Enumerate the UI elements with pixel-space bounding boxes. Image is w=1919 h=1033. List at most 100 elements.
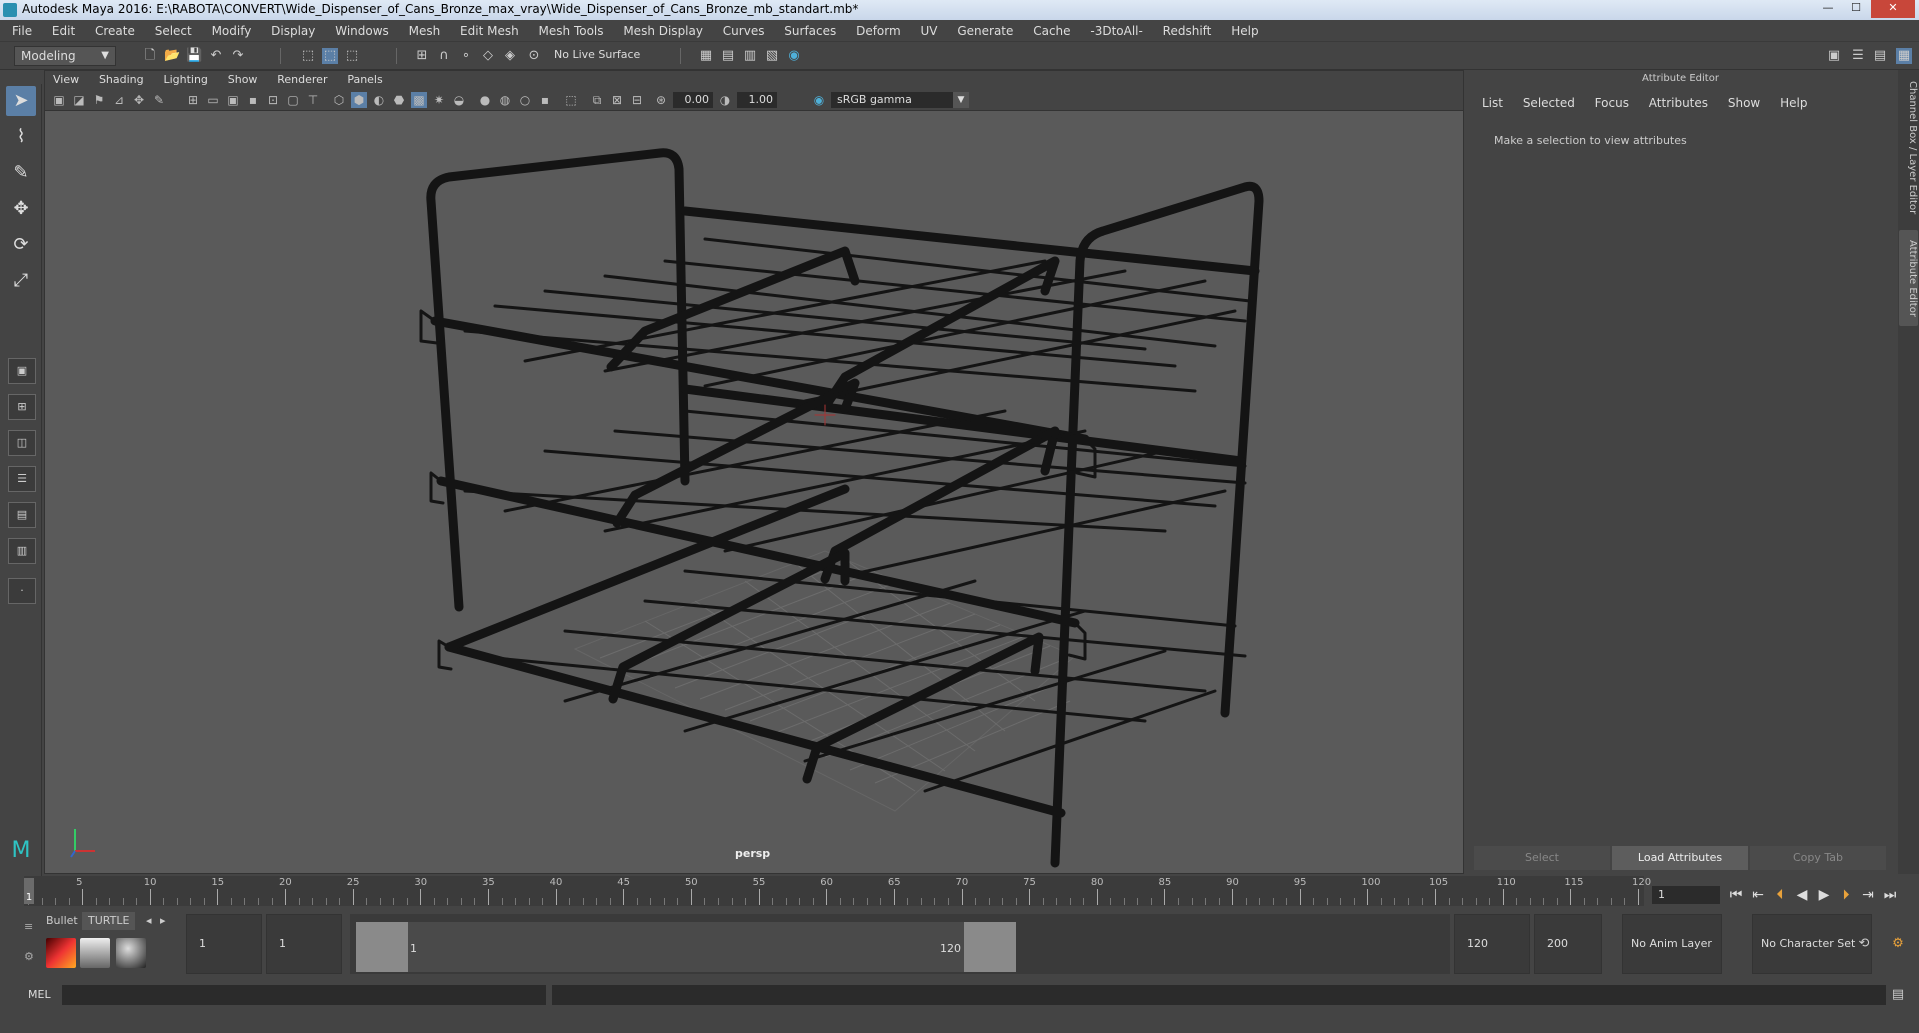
shelf-settings-icon[interactable]: ⚙ (24, 950, 36, 963)
menu-uv[interactable]: UV (913, 20, 946, 42)
save-scene-icon[interactable]: 💾 (186, 48, 202, 64)
wireframe-on-shaded-icon[interactable]: ⬣ (391, 92, 407, 108)
four-view-layout-icon[interactable]: ⊞ (8, 394, 36, 420)
menu-mesh[interactable]: Mesh (401, 20, 449, 42)
turtle-render-icon[interactable] (46, 938, 76, 968)
open-scene-icon[interactable]: 📂 (164, 48, 180, 64)
current-frame-field[interactable]: 1 (1652, 886, 1720, 904)
playback-end-field[interactable]: 120 (1454, 914, 1530, 974)
animation-preferences-icon[interactable]: ⚙ (1890, 936, 1906, 952)
vp-menu-view[interactable]: View (45, 71, 87, 89)
vp-menu-show[interactable]: Show (220, 71, 266, 89)
menu-modify[interactable]: Modify (204, 20, 260, 42)
menu-redshift[interactable]: Redshift (1155, 20, 1220, 42)
ipr-render-icon[interactable]: ▥ (742, 48, 758, 64)
go-to-start-icon[interactable]: ⏮ (1726, 886, 1746, 904)
gate-mask-icon[interactable]: ▪ (245, 92, 261, 108)
play-backwards-icon[interactable]: ◀ (1792, 886, 1812, 904)
ae-menu-selected[interactable]: Selected (1515, 92, 1583, 114)
film-gate-icon[interactable]: ▭ (205, 92, 221, 108)
safe-title-icon[interactable]: ⊤ (305, 92, 321, 108)
camera-attributes-icon[interactable]: ◪ (71, 92, 87, 108)
menu-help[interactable]: Help (1223, 20, 1266, 42)
ae-menu-help[interactable]: Help (1772, 92, 1815, 114)
ae-menu-list[interactable]: List (1474, 92, 1511, 114)
render-frame-icon[interactable]: ▤ (720, 48, 736, 64)
anim-layer-dropdown[interactable]: No Anim Layer (1622, 914, 1722, 974)
range-start-handle[interactable] (356, 922, 408, 972)
undo-icon[interactable]: ↶ (208, 48, 224, 64)
shelf-scroll-right-icon[interactable]: ▸ (154, 912, 172, 930)
view-transform-dropdown[interactable]: sRGB gamma ▼ (831, 92, 969, 108)
turtle-settings-icon[interactable] (80, 938, 110, 968)
shelf-tab-bullet[interactable]: Bullet (40, 912, 84, 930)
channel-box-toggle-icon[interactable]: ▦ (1896, 48, 1912, 64)
select-component-icon[interactable]: ⬚ (344, 48, 360, 64)
xray-icon[interactable]: ⧉ (589, 92, 605, 108)
lasso-tool-icon[interactable]: ⌇ (6, 122, 36, 152)
gamma-field[interactable]: 1.00 (737, 92, 777, 108)
hypershade-icon[interactable]: ◉ (786, 48, 802, 64)
step-back-frame-icon[interactable]: ⏴ (1770, 886, 1790, 904)
render-view-icon[interactable]: ▧ (764, 48, 780, 64)
shelf-menu-icon[interactable]: ≡ (24, 920, 36, 933)
menu-windows[interactable]: Windows (327, 20, 397, 42)
menu-set-dropdown[interactable]: Modeling ▼ (14, 46, 116, 66)
bookmark-icon[interactable]: ⚑ (91, 92, 107, 108)
grid-icon[interactable]: ⊞ (185, 92, 201, 108)
select-tool-icon[interactable]: ➤ (6, 86, 36, 116)
menu-create[interactable]: Create (87, 20, 143, 42)
range-slider[interactable]: 1 120 (350, 914, 1450, 974)
close-button[interactable]: ✕ (1871, 0, 1915, 18)
select-hierarchy-icon[interactable]: ⬚ (300, 48, 316, 64)
tab-channel-box[interactable]: Channel Box / Layer Editor (1899, 78, 1918, 218)
paint-select-tool-icon[interactable]: ✎ (6, 158, 36, 188)
exposure-icon[interactable]: ⊛ (653, 92, 669, 108)
menu-edit[interactable]: Edit (44, 20, 83, 42)
use-all-lights-icon[interactable]: ✷ (431, 92, 447, 108)
graph-persp-layout-icon[interactable]: ▤ (8, 502, 36, 528)
maximize-button[interactable]: ☐ (1843, 0, 1869, 18)
wireframe-icon[interactable]: ⬡ (331, 92, 347, 108)
select-object-icon[interactable]: ⬚ (322, 48, 338, 64)
command-input[interactable] (62, 985, 546, 1005)
textured-icon[interactable]: ▩ (411, 92, 427, 108)
color-management-icon[interactable]: ◉ (811, 92, 827, 108)
xray-joints-icon[interactable]: ⊠ (609, 92, 625, 108)
tool-settings-icon[interactable]: ▤ (1872, 48, 1888, 64)
exposure-field[interactable]: 0.00 (673, 92, 713, 108)
snap-grid-icon[interactable]: ⊞ (414, 48, 430, 64)
minimize-button[interactable]: — (1815, 0, 1841, 18)
grease-pencil-icon[interactable]: ✎ (151, 92, 167, 108)
safe-action-icon[interactable]: ▢ (285, 92, 301, 108)
menu-select[interactable]: Select (147, 20, 200, 42)
camera-icon[interactable]: ▣ (51, 92, 67, 108)
current-frame-indicator[interactable]: 1 (24, 878, 34, 904)
default-material-icon[interactable]: ◐ (371, 92, 387, 108)
depth-of-field-icon[interactable]: ▪ (537, 92, 553, 108)
modeling-toolkit-icon[interactable]: ▣ (1826, 48, 1842, 64)
menu-mesh-tools[interactable]: Mesh Tools (531, 20, 612, 42)
smooth-shade-icon[interactable]: ⬢ (351, 92, 367, 108)
field-chart-icon[interactable]: ⊡ (265, 92, 281, 108)
menu-display[interactable]: Display (263, 20, 323, 42)
character-set-dropdown[interactable]: No Character Set (1752, 914, 1872, 974)
menu-curves[interactable]: Curves (715, 20, 773, 42)
vp-menu-shading[interactable]: Shading (91, 71, 152, 89)
redo-icon[interactable]: ↷ (230, 48, 246, 64)
menu-mesh-display[interactable]: Mesh Display (615, 20, 711, 42)
animation-start-field[interactable]: 1 (186, 914, 262, 974)
play-forwards-icon[interactable]: ▶ (1814, 886, 1834, 904)
auto-key-icon[interactable]: ⟲ (1856, 936, 1872, 952)
ae-menu-attributes[interactable]: Attributes (1641, 92, 1716, 114)
snap-curve-icon[interactable]: ∩ (436, 48, 452, 64)
vp-menu-lighting[interactable]: Lighting (155, 71, 215, 89)
go-to-end-icon[interactable]: ⏭ (1880, 886, 1900, 904)
menu-edit-mesh[interactable]: Edit Mesh (452, 20, 527, 42)
menu-generate[interactable]: Generate (949, 20, 1021, 42)
select-button[interactable]: Select (1474, 846, 1610, 870)
tab-attribute-editor[interactable]: Attribute Editor (1899, 230, 1918, 326)
more-layouts-icon[interactable]: · (8, 578, 36, 604)
scale-tool-icon[interactable]: ⤢ (6, 266, 36, 296)
script-language-toggle[interactable]: MEL (28, 988, 51, 1001)
